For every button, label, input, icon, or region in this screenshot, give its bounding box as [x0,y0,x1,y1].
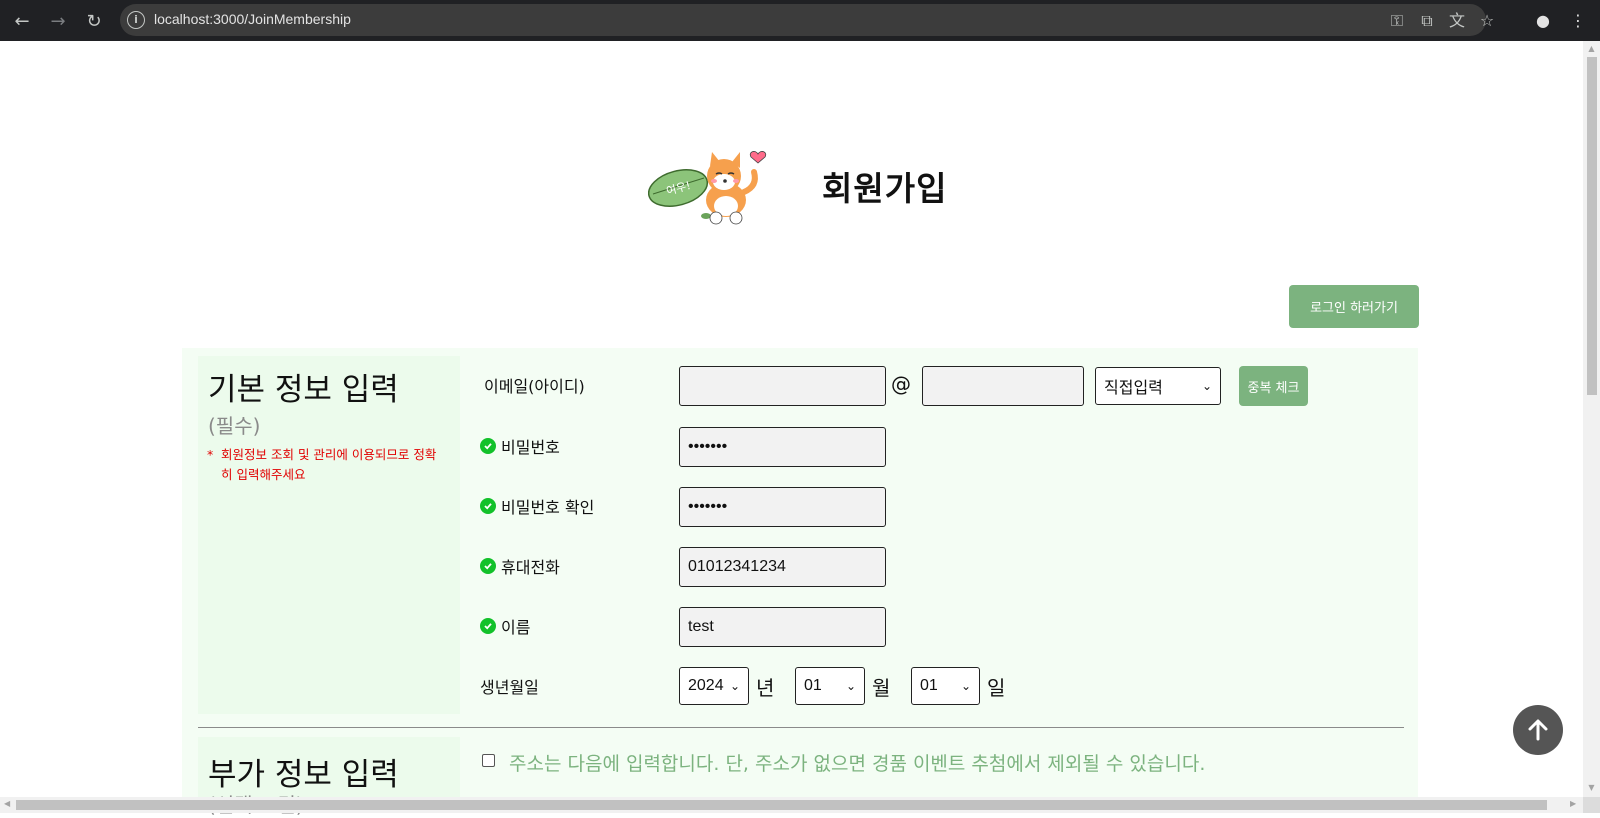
scroll-left-arrow-icon[interactable]: ◀ [4,799,10,808]
check-circle-icon [480,618,496,634]
email-local-input[interactable] [679,366,886,406]
address-later-checkbox[interactable] [482,754,495,767]
password-label-text: 비밀번호 [501,438,560,457]
birth-year-value: 2024 [688,677,724,694]
scroll-right-arrow-icon[interactable]: ▶ [1570,799,1576,808]
section-divider [198,727,1404,728]
phone-input[interactable]: 01012341234 [679,547,886,587]
birth-day-select[interactable]: 01 ⌄ [911,667,980,705]
scroll-up-arrow-icon[interactable]: ▲ [1587,44,1596,53]
bookmark-star-icon[interactable]: ☆ [1476,10,1498,32]
birth-day-value: 01 [920,677,938,694]
required-note-text: 회원정보 조회 및 관리에 이용되므로 정확히 입력해주세요 [221,447,437,482]
birth-label-text: 생년월일 [480,678,539,697]
scrollbar-corner [1583,797,1600,813]
vertical-scrollbar[interactable]: ▲ ▼ [1583,41,1600,797]
basic-info-subtitle: (필수) [208,414,261,438]
browser-toolbar: ← → ↻ i localhost:3000/JoinMembership ⚿ … [0,0,1600,41]
page-title: 회원가입 [822,169,948,208]
check-circle-icon [480,558,496,574]
scroll-to-top-button[interactable] [1513,705,1563,755]
password-input[interactable]: ••••••• [679,427,886,467]
required-star: * [207,447,214,462]
required-note: * 회원정보 조회 및 관리에 이용되므로 정확히 입력해주세요 [207,445,447,485]
email-domain-select-value: 직접입력 [1104,380,1163,397]
scroll-down-arrow-icon[interactable]: ▼ [1587,783,1596,792]
email-domain-select[interactable]: 직접입력 ⌄ [1095,367,1221,405]
reload-icon[interactable]: ↻ [81,8,107,34]
horizontal-scroll-thumb[interactable] [16,800,1547,810]
address-bar[interactable]: i localhost:3000/JoinMembership ⚿ ⧉ 文 ☆ [120,4,1494,36]
url-text[interactable]: localhost:3000/JoinMembership [154,11,351,27]
menu-kebab-icon[interactable]: ⋮ [1565,8,1591,34]
birth-label: 생년월일 [480,674,539,698]
birth-year-select[interactable]: 2024 ⌄ [679,667,749,705]
vertical-scroll-thumb[interactable] [1587,57,1597,395]
name-label-text: 이름 [501,618,531,637]
check-circle-icon [480,438,496,454]
password-label: 비밀번호 [480,434,560,458]
horizontal-scrollbar[interactable]: ◀ ▶ [0,797,1583,813]
fox-mascot-logo: 여우! [648,151,767,225]
check-circle-icon [480,498,496,514]
birth-month-value: 01 [804,677,822,694]
email-domain-input[interactable] [922,366,1084,406]
install-app-icon[interactable]: ⧉ [1416,10,1438,32]
chevron-down-icon: ⌄ [729,679,740,693]
extra-info-title: 부가 정보 입력 [208,757,399,793]
basic-info-title: 기본 정보 입력 [208,372,399,408]
back-arrow-icon[interactable]: ← [9,8,35,34]
arrow-up-icon [1528,719,1548,741]
forward-arrow-icon[interactable]: → [45,8,71,34]
translate-icon[interactable]: 文 [1446,10,1468,32]
chevron-down-icon: ⌄ [845,679,856,693]
email-label: 이메일(아이디) [484,373,585,397]
at-sign: @ [891,372,911,396]
email-label-text: 이메일(아이디) [484,377,585,396]
duplicate-check-button[interactable]: 중복 체크 [1239,366,1308,406]
month-unit: 월 [872,676,891,700]
go-to-login-button[interactable]: 로그인 하러가기 [1289,285,1419,328]
year-unit: 년 [756,676,775,700]
chevron-down-icon: ⌄ [1201,379,1212,393]
address-later-label: 주소는 다음에 입력합니다. 단, 주소가 없으면 경품 이벤트 추첨에서 제외… [509,753,1206,775]
day-unit: 일 [987,676,1006,700]
name-input[interactable]: test [679,607,886,647]
chevron-down-icon: ⌄ [960,679,971,693]
site-info-icon[interactable]: i [127,11,145,29]
password-confirm-label: 비밀번호 확인 [480,494,594,518]
name-label: 이름 [480,614,530,638]
profile-icon[interactable]: ● [1530,8,1556,34]
phone-label-text: 휴대전화 [501,558,560,577]
birth-month-select[interactable]: 01 ⌄ [795,667,865,705]
password-confirm-input[interactable]: ••••••• [679,487,886,527]
password-key-icon[interactable]: ⚿ [1386,10,1408,32]
password-confirm-label-text: 비밀번호 확인 [501,498,595,517]
phone-label: 휴대전화 [480,554,560,578]
